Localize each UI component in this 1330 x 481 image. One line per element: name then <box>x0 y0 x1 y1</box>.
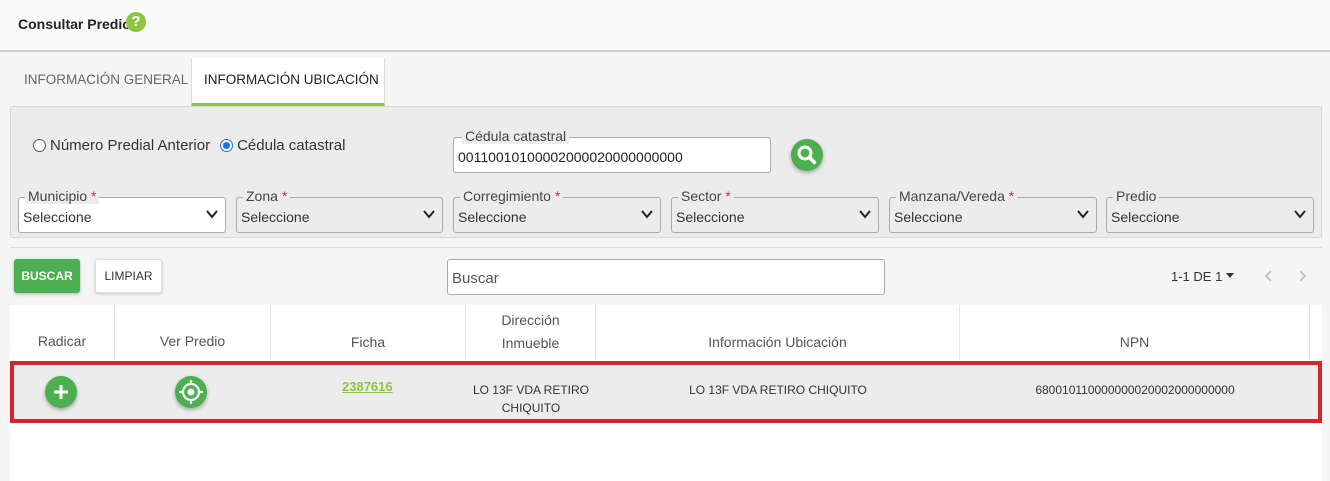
plus-icon <box>54 385 68 399</box>
chevron-down-icon <box>1294 210 1306 219</box>
top-bar: Consultar Predio ? <box>0 0 1330 52</box>
ver-predio-button[interactable] <box>175 376 207 408</box>
corregimiento-label: Corregimiento * <box>460 188 564 204</box>
radicar-button[interactable] <box>45 376 77 408</box>
zona-label: Zona * <box>243 188 291 204</box>
radio-label-cedula[interactable]: Cédula catastral <box>237 137 345 154</box>
manzana-vereda-label: Manzana/Vereda * <box>896 188 1018 204</box>
cedula-input[interactable]: 00110010100002000020000000000 <box>458 149 683 165</box>
predio-value: Seleccione <box>1111 209 1180 225</box>
direccion-cell: LO 13F VDA RETIRO CHIQUITO <box>472 383 590 415</box>
predio-label: Predio <box>1113 188 1160 204</box>
npn-cell: 680010110000000020002000000000 <box>1035 383 1235 397</box>
header-npn: NPN <box>960 305 1310 359</box>
cedula-label: Cédula catastral <box>462 128 570 144</box>
municipio-value: Seleccione <box>23 209 92 225</box>
table-row[interactable]: 2387616 LO 13F VDA RETIRO CHIQUITO LO 13… <box>10 361 1322 423</box>
page-title: Consultar Predio <box>18 16 131 32</box>
chevron-down-icon <box>423 210 435 219</box>
chevron-down-icon <box>1077 210 1089 219</box>
caret-down-icon[interactable] <box>1226 273 1234 278</box>
municipio-select[interactable]: Municipio * Seleccione <box>18 188 226 233</box>
help-icon[interactable]: ? <box>126 12 146 32</box>
search-mode-group: Número Predial Anterior Cédula catastral <box>33 137 355 154</box>
manzana-vereda-value: Seleccione <box>894 209 963 225</box>
corregimiento-value: Seleccione <box>458 209 527 225</box>
chevron-down-icon <box>206 210 218 219</box>
radio-label-numero-predial[interactable]: Número Predial Anterior <box>50 137 210 154</box>
chevron-left-icon[interactable] <box>1262 268 1274 284</box>
chevron-down-icon <box>641 210 653 219</box>
table-search-input[interactable]: Buscar <box>447 259 885 295</box>
zona-value: Seleccione <box>241 209 310 225</box>
chevron-right-icon[interactable] <box>1297 268 1309 284</box>
ficha-link[interactable]: 2387616 <box>342 379 393 394</box>
municipio-label: Municipio * <box>25 188 100 204</box>
sector-value: Seleccione <box>676 209 745 225</box>
header-informacion-ubicacion: Información Ubicación <box>596 305 960 359</box>
zona-select[interactable]: Zona * Seleccione <box>236 188 443 233</box>
buscar-button[interactable]: BUSCAR <box>14 259 80 293</box>
header-radicar: Radicar <box>10 305 115 359</box>
tab-informacion-ubicacion[interactable]: INFORMACIÓN UBICACIÓN <box>191 58 385 106</box>
sector-label: Sector * <box>678 188 734 204</box>
crosshair-icon <box>179 380 203 404</box>
corregimiento-select[interactable]: Corregimiento * Seleccione <box>453 188 661 233</box>
section-divider <box>10 247 1322 248</box>
search-button[interactable] <box>791 139 823 171</box>
search-icon <box>797 145 817 165</box>
manzana-vereda-select[interactable]: Manzana/Vereda * Seleccione <box>889 188 1097 233</box>
header-direccion: Dirección Inmueble <box>466 305 596 359</box>
radio-cedula-catastral[interactable] <box>220 139 234 152</box>
chevron-down-icon <box>859 210 871 219</box>
tab-informacion-general[interactable]: INFORMACIÓN GENERAL <box>12 58 200 106</box>
predio-select[interactable]: Predio Seleccione <box>1106 188 1314 233</box>
filter-panel: Número Predial Anterior Cédula catastral… <box>10 106 1322 238</box>
sector-select[interactable]: Sector * Seleccione <box>671 188 879 233</box>
pagination-label[interactable]: 1-1 DE 1 <box>1171 269 1222 284</box>
ubicacion-cell: LO 13F VDA RETIRO CHIQUITO <box>689 383 867 397</box>
limpiar-button[interactable]: LIMPIAR <box>95 259 162 293</box>
results-table: Radicar Ver Predio Ficha Dirección Inmue… <box>10 305 1322 481</box>
header-ver-predio: Ver Predio <box>115 305 271 359</box>
cedula-field[interactable]: Cédula catastral 00110010100002000020000… <box>453 128 771 173</box>
header-ficha: Ficha <box>271 305 466 359</box>
radio-numero-predial-anterior[interactable] <box>33 139 46 152</box>
